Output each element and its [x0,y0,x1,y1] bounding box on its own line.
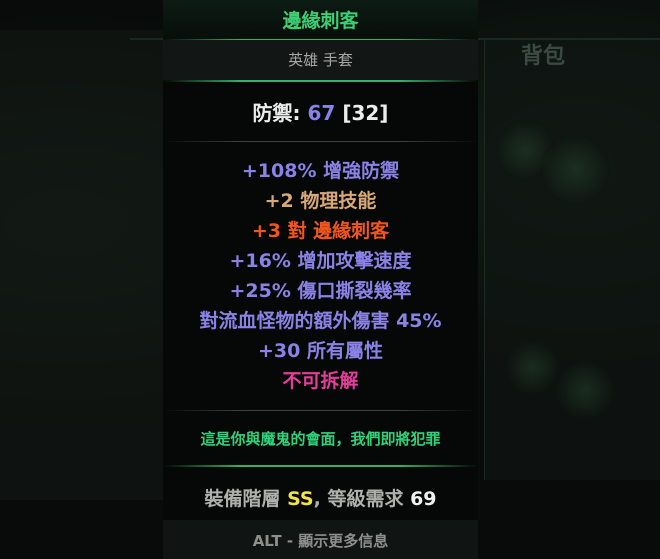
defense-base: [32] [342,101,389,125]
inventory-panel: 背包 [484,40,660,480]
affix-line: 不可拆解 [282,370,359,392]
inventory-title: 背包 [520,44,565,69]
equip-requirement: 裝備階層 SS, 等級需求 69 [163,484,478,511]
type-divider [163,80,478,82]
flavor-divider [163,465,478,467]
alt-hint: ALT - 顯示更多信息 [252,532,389,550]
inventory-slot[interactable] [555,360,615,420]
inventory-slot[interactable] [505,340,560,395]
level-value: 69 [410,488,437,510]
affix-line: +108% 增強防禦 [241,160,400,182]
affix-line: +30 所有屬性 [258,340,383,362]
background-left-panel [0,30,186,500]
affix-line: 對流血怪物的額外傷害 45% [199,310,442,332]
requirement-middle: , 等級需求 [313,488,411,510]
affix-line: +16% 增加攻擊速度 [229,250,412,272]
affix-line: +25% 傷口撕裂幾率 [229,280,412,302]
tier-value: SS [287,488,314,510]
requirement-prefix: 裝備階層 [204,488,288,510]
affix-line: +3 對 邊緣刺客 [251,220,390,242]
inventory-slot[interactable] [540,135,610,205]
defense-stat: 防禦: 67 [32] [163,97,478,126]
item-type: 英雄 手套 [288,51,353,69]
item-name: 邊緣刺客 [282,10,359,32]
game-scene: 背包 邊緣刺客 英雄 手套 防禦: 67 [32] +108% 增強防禦 +2 … [0,0,660,559]
defense-label: 防禦: [252,101,301,125]
defense-divider [163,141,478,142]
defense-value: 67 [307,101,336,125]
affix-divider [163,410,478,411]
affix-line: +2 物理技能 [264,190,377,212]
item-tooltip: 邊緣刺客 英雄 手套 防禦: 67 [32] +108% 增強防禦 +2 物理技… [163,0,478,559]
flavor-text: 這是你與魔鬼的會面，我們即將犯罪 [200,430,441,448]
